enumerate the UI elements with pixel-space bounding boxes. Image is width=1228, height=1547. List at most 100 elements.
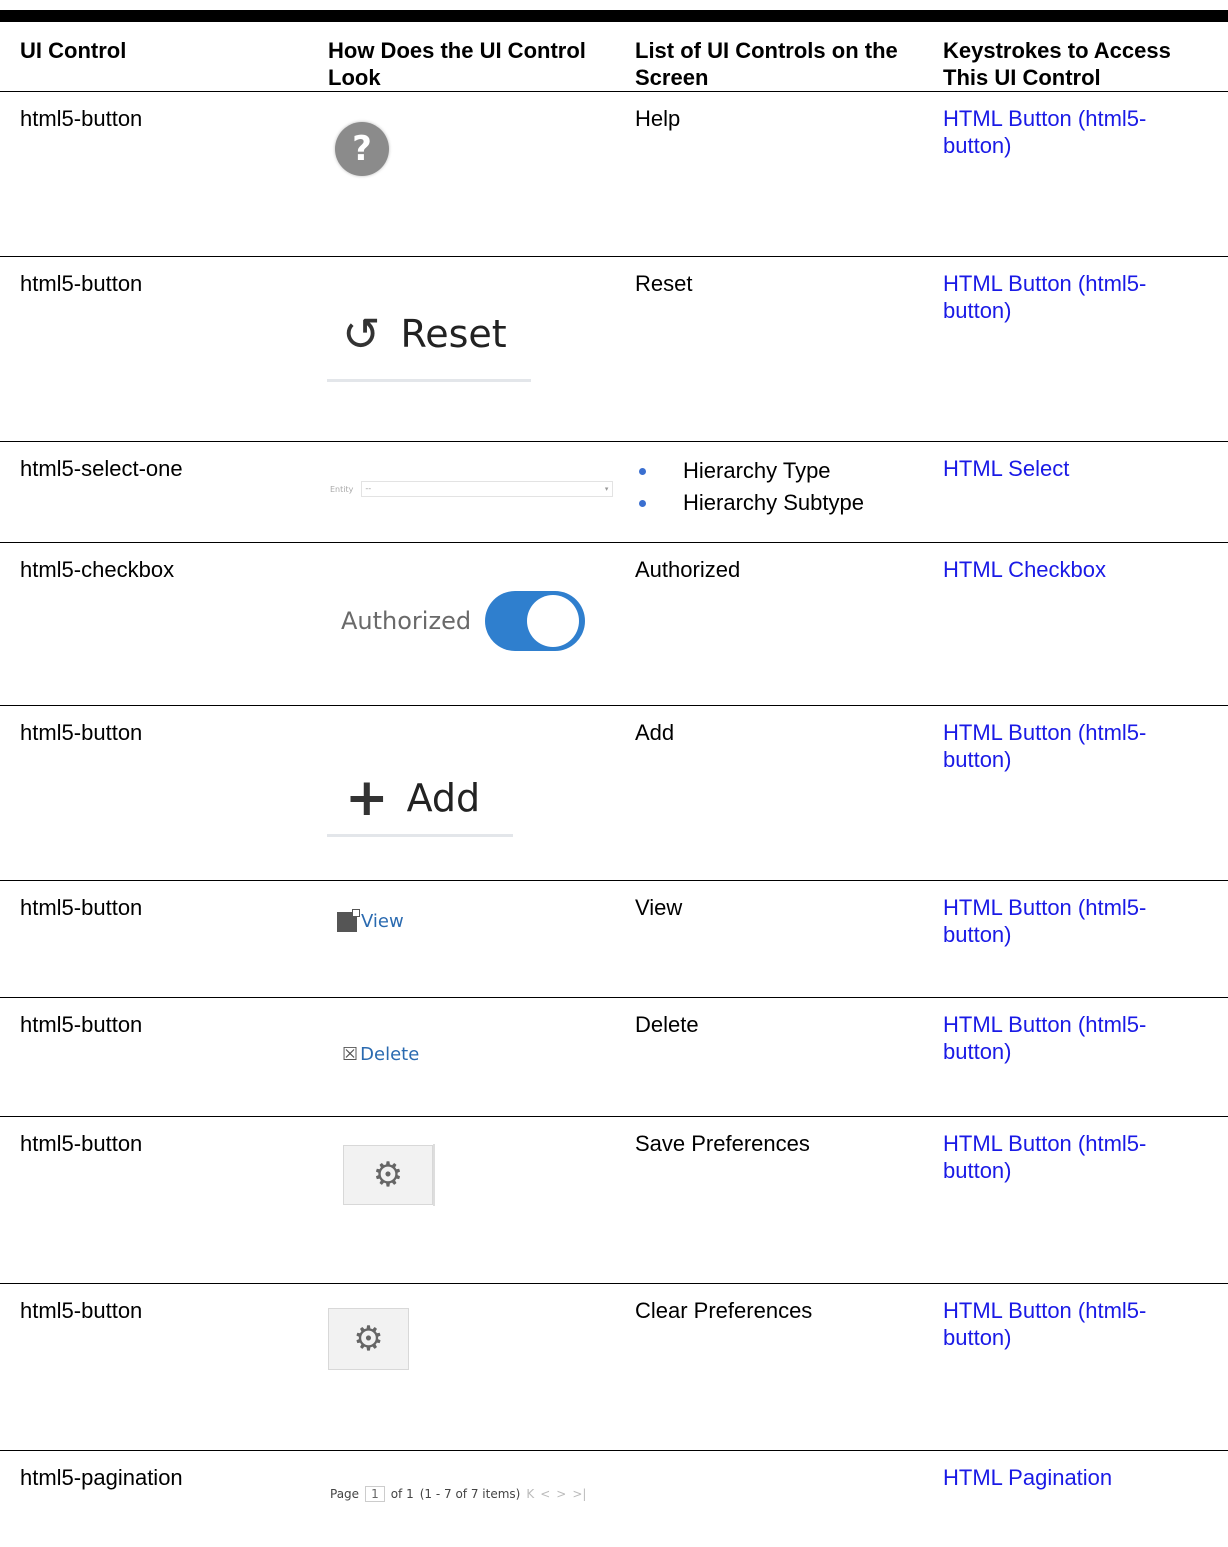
- ui-control-cell: html5-button: [0, 91, 308, 257]
- list-item: Save Preferences: [635, 1131, 810, 1156]
- delete-label: Delete: [360, 1044, 420, 1065]
- table-row: html5-button ↺ Reset Reset HTML Button (html…: [0, 256, 1228, 442]
- table-row: html5-select-one Entity -- ▾ Hierarchy Type H…: [0, 441, 1228, 543]
- save-gear-icon: ⚙: [343, 1145, 433, 1205]
- select-box: -- ▾: [361, 481, 614, 497]
- keystrokes-cell: HTML Button (html5-button): [923, 256, 1228, 442]
- list-item: View: [635, 895, 683, 920]
- ui-control-cell: html5-button: [0, 1283, 308, 1451]
- list-item: Delete: [635, 1012, 699, 1037]
- keystrokes-link[interactable]: HTML Button (html5-button): [943, 895, 1146, 947]
- list-item: Authorized: [635, 557, 741, 582]
- keystrokes-link[interactable]: HTML Button (html5-button): [943, 1012, 1146, 1064]
- delete-button-image: ☒ Delete: [342, 1044, 419, 1065]
- keystrokes-link[interactable]: HTML Select: [943, 456, 1069, 481]
- ui-control-name: html5-button: [20, 271, 143, 296]
- trash-icon: ☒: [342, 1044, 359, 1065]
- chevron-down-icon: ▾: [604, 485, 609, 493]
- ui-controls-table: UI Control How Does the UI Control Look …: [0, 22, 1228, 1547]
- keystrokes-link[interactable]: HTML Button (html5-button): [943, 1131, 1146, 1183]
- ui-control-name: html5-pagination: [20, 1465, 183, 1490]
- keystrokes-cell: HTML Select: [923, 441, 1228, 543]
- list-cell: Save Preferences: [615, 1116, 923, 1284]
- list-cell: Help: [615, 91, 923, 257]
- look-cell: Page 1 of 1 (1 - 7 of 7 items) K < > >|: [308, 1451, 615, 1547]
- item-range: (1 - 7 of 7 items): [419, 1487, 521, 1501]
- add-label: Add: [406, 776, 481, 820]
- ui-control-cell: html5-select-one: [0, 441, 308, 543]
- ui-control-cell: html5-button: [0, 256, 308, 442]
- plus-icon: +: [345, 768, 389, 828]
- prev-page-icon: <: [540, 1487, 551, 1501]
- ui-control-cell: html5-pagination: [0, 1451, 308, 1547]
- keystrokes-cell: HTML Pagination: [923, 1451, 1228, 1547]
- control-list: Hierarchy Type Hierarchy Subtype: [635, 455, 903, 519]
- ui-control-name: html5-button: [20, 1012, 143, 1037]
- list-item: Clear Preferences: [635, 1298, 813, 1323]
- look-cell: Entity -- ▾: [308, 441, 615, 543]
- help-button-image: ?: [335, 122, 389, 176]
- refresh-gear-icon: ⚙: [328, 1308, 409, 1370]
- select-label: Entity: [330, 484, 354, 494]
- reset-icon: ↺: [342, 307, 381, 361]
- header-keystrokes: Keystrokes to Access This UI Control: [923, 22, 1228, 92]
- reset-button-image: ↺ Reset: [327, 307, 531, 382]
- list-item: Hierarchy Subtype: [635, 487, 903, 519]
- table-row: html5-checkbox Authorized Authorized HTML C…: [0, 542, 1228, 706]
- view-button-image: View: [337, 908, 404, 932]
- view-label: View: [361, 911, 404, 932]
- reset-label: Reset: [400, 312, 507, 356]
- ui-control-cell: html5-button: [0, 1116, 308, 1284]
- keystrokes-cell: HTML Button (html5-button): [923, 880, 1228, 998]
- header-row: UI Control How Does the UI Control Look …: [0, 22, 1228, 92]
- page-number-box: 1: [365, 1486, 385, 1502]
- keystrokes-link[interactable]: HTML Checkbox: [943, 557, 1106, 582]
- keystrokes-link[interactable]: HTML Pagination: [943, 1465, 1112, 1490]
- ui-control-name: html5-button: [20, 1298, 143, 1323]
- toggle-image: Authorized: [341, 591, 586, 651]
- ui-control-cell: html5-button: [0, 997, 308, 1117]
- look-cell: Authorized: [308, 542, 615, 706]
- ui-control-cell: html5-checkbox: [0, 542, 308, 706]
- look-cell: ?: [308, 91, 615, 257]
- toggle-switch: [485, 591, 586, 651]
- add-button-image: + Add: [327, 768, 513, 837]
- toggle-label: Authorized: [341, 607, 472, 635]
- list-cell: Authorized: [615, 542, 923, 706]
- look-cell: ↺ Reset: [308, 256, 615, 442]
- toggle-knob: [527, 595, 580, 647]
- table-row: html5-button View View HTML Button (html5-b…: [0, 880, 1228, 998]
- top-rule: [0, 10, 1228, 22]
- list-cell: Hierarchy Type Hierarchy Subtype: [615, 441, 923, 543]
- first-page-icon: K: [526, 1487, 535, 1501]
- list-cell: [615, 1451, 923, 1547]
- page-label: Page: [330, 1487, 360, 1501]
- table-row: html5-button ⚙ Clear Preferences HTML Butto…: [0, 1283, 1228, 1451]
- look-cell: + Add: [308, 705, 615, 881]
- keystrokes-cell: HTML Button (html5-button): [923, 1116, 1228, 1284]
- header-ui-control: UI Control: [0, 22, 308, 92]
- keystrokes-cell: HTML Button (html5-button): [923, 1283, 1228, 1451]
- page-count: of 1: [390, 1487, 414, 1501]
- list-cell: Delete: [615, 997, 923, 1117]
- keystrokes-link[interactable]: HTML Button (html5-button): [943, 1298, 1146, 1350]
- ui-control-cell: html5-button: [0, 880, 308, 998]
- keystrokes-link[interactable]: HTML Button (html5-button): [943, 106, 1146, 158]
- look-cell: View: [308, 880, 615, 998]
- keystrokes-link[interactable]: HTML Button (html5-button): [943, 720, 1146, 772]
- list-item: Help: [635, 106, 681, 131]
- table-row: html5-button ☒ Delete Delete HTML Button (ht…: [0, 997, 1228, 1117]
- ui-control-name: html5-select-one: [20, 456, 183, 481]
- next-page-icon: >: [556, 1487, 567, 1501]
- header-list: List of UI Controls on the Screen: [615, 22, 923, 92]
- table-row: html5-button ⚙ Save Preferences HTML Button…: [0, 1116, 1228, 1284]
- look-cell: ⚙: [308, 1283, 615, 1451]
- table-row: html5-pagination Page 1 of 1 (1 - 7 of 7 ite…: [0, 1451, 1228, 1547]
- list-item: Hierarchy Type: [635, 455, 903, 487]
- list-item: Add: [635, 720, 675, 745]
- keystrokes-link[interactable]: HTML Button (html5-button): [943, 271, 1146, 323]
- divider: [433, 1144, 435, 1206]
- last-page-icon: >|: [572, 1487, 587, 1501]
- save-preferences-button-image: ⚙: [343, 1144, 435, 1206]
- table-row: html5-button? Help HTML Button (html5-butt…: [0, 91, 1228, 257]
